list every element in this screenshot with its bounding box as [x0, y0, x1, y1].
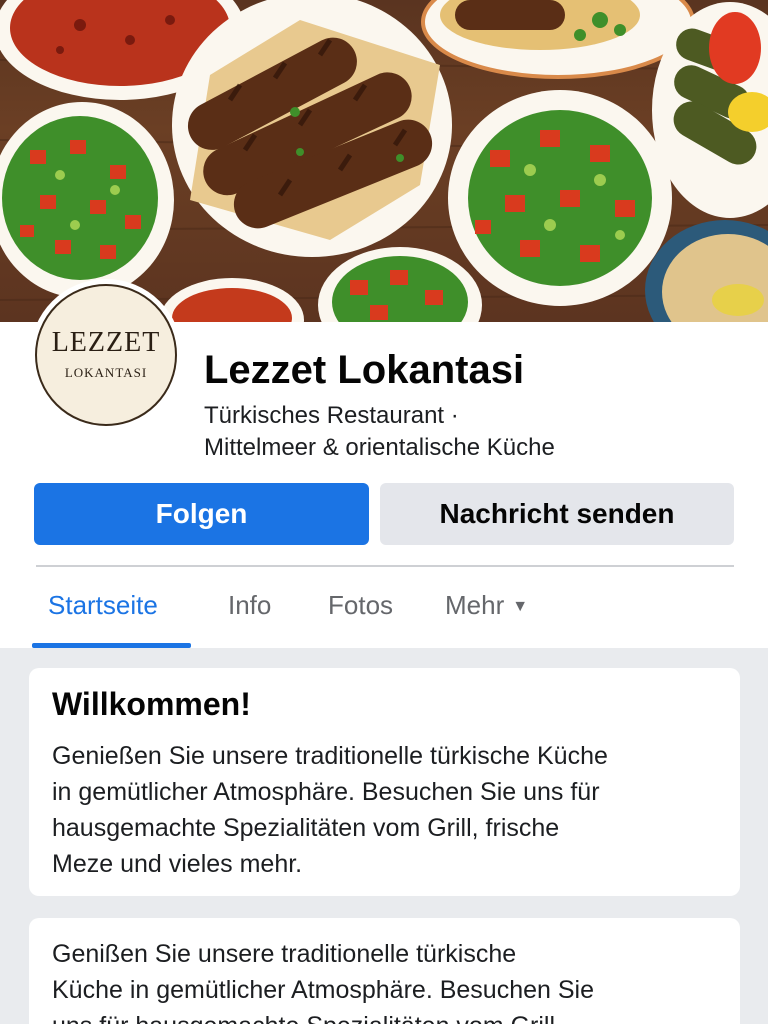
- post-body-line: Küche in gemütlicher Atmosphäre. Besuche…: [52, 976, 594, 1004]
- page-category-secondary: Mittelmeer & orientalische Küche: [204, 434, 555, 461]
- page-category: Türkisches Restaurant ·: [204, 402, 459, 429]
- post-body-line: Meze und vieles mehr.: [52, 850, 303, 878]
- tab-info-label: Info: [228, 590, 272, 620]
- cover-photo: [0, 0, 768, 322]
- welcome-post-card: Willkommen! Genießen Sie unsere traditio…: [29, 668, 740, 896]
- post-body-line: hausgemachte Spezialitäten vom Grill, fr…: [52, 814, 560, 842]
- send-message-button[interactable]: Nachricht senden: [380, 483, 734, 545]
- header-divider: [36, 565, 734, 567]
- post-body-line: uns für hausgemachte Spezialitäten vom G…: [52, 1008, 722, 1024]
- second-post-card: Genißen Sie unsere traditionelle türkisc…: [29, 918, 740, 1024]
- tab-info[interactable]: Info: [228, 590, 271, 621]
- active-tab-indicator: [32, 643, 191, 648]
- follow-button[interactable]: Folgen: [34, 483, 369, 545]
- cover-food-image: [0, 0, 768, 322]
- tab-photos-label: Fotos: [328, 590, 394, 620]
- post-body-line: Genießen Sie unsere traditionelle türkis…: [52, 742, 608, 770]
- post-body-line: in gemütlicher Atmosphäre. Besuchen Sie …: [52, 778, 600, 806]
- tab-photos[interactable]: Fotos: [328, 590, 393, 621]
- caret-down-icon: ▼: [512, 598, 529, 616]
- logo-wordmark: LEZZET: [51, 327, 161, 358]
- post-body: Genießen Sie unsere traditionelle türkis…: [52, 738, 722, 882]
- logo-subtitle: LOKANTASI: [64, 365, 148, 380]
- profile-picture[interactable]: LEZZET LOKANTASI: [30, 279, 182, 431]
- restaurant-logo: LEZZET LOKANTASI: [35, 284, 177, 426]
- page-title: Lezzet Lokantasi: [204, 348, 525, 392]
- post-body-line: Genißen Sie unsere traditionelle türkisc…: [52, 940, 517, 968]
- post-title: Willkommen!: [52, 686, 251, 722]
- tab-home-label: Startseite: [48, 590, 158, 620]
- tab-more-label: Mehr: [445, 590, 505, 620]
- post-body: Genißen Sie unsere traditionelle türkisc…: [52, 936, 722, 1024]
- tab-more[interactable]: Mehr ▼: [445, 590, 528, 621]
- tab-home[interactable]: Startseite: [48, 590, 158, 621]
